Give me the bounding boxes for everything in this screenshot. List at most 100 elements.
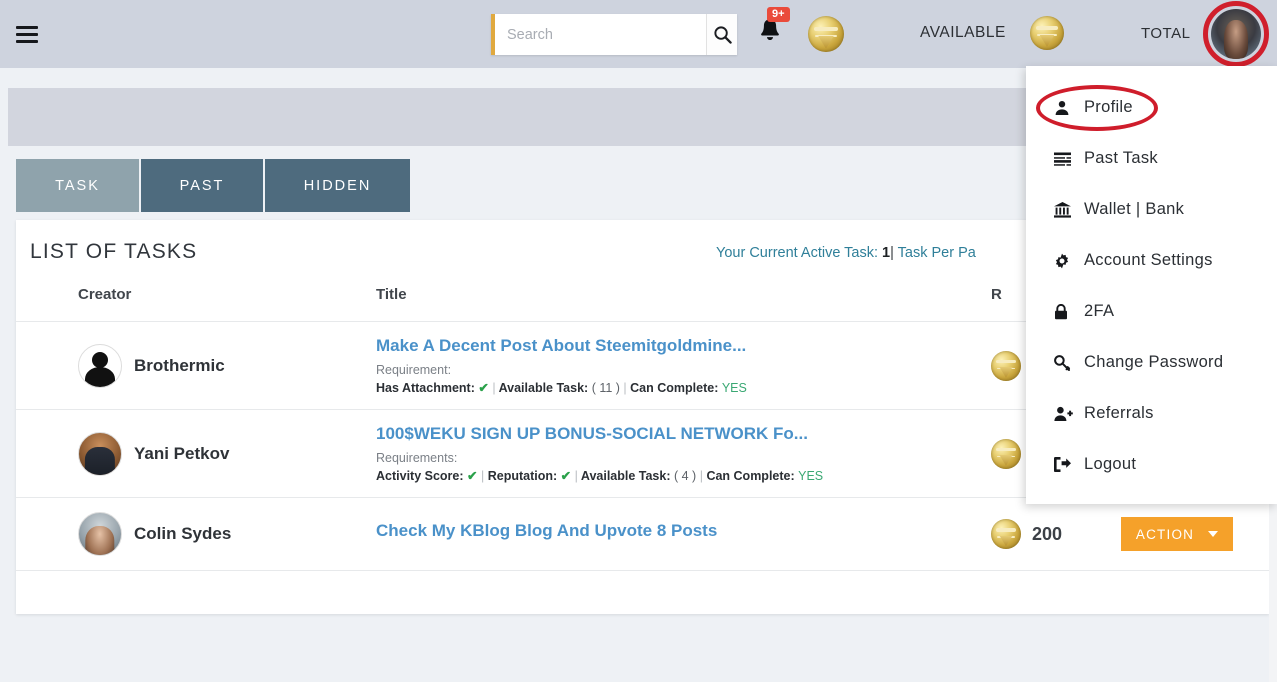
notification-badge: 9+ bbox=[767, 7, 790, 22]
bank-icon bbox=[1054, 201, 1084, 218]
menu-item-profile-label: Profile bbox=[1084, 98, 1133, 116]
menu-item-wallet-bank-label: Wallet | Bank bbox=[1084, 200, 1185, 218]
req-available-task-label: Available Task: bbox=[580, 469, 671, 483]
req-has-attachment-label: Has Attachment: bbox=[376, 381, 475, 395]
title-cell: Make A Decent Post About Steemitgoldmine… bbox=[376, 321, 991, 410]
search-button[interactable] bbox=[706, 14, 737, 55]
req-divider: | bbox=[623, 381, 627, 395]
req-activity-score-value: ✔ bbox=[467, 469, 478, 483]
req-activity-score-label: Activity Score: bbox=[376, 469, 464, 483]
column-header-title: Title bbox=[376, 282, 991, 322]
list-icon bbox=[1054, 152, 1084, 166]
chevron-down-icon bbox=[1208, 531, 1219, 537]
title-cell: Check My KBlog Blog And Upvote 8 Posts bbox=[376, 497, 991, 571]
menu-item-logout-label: Logout bbox=[1084, 455, 1137, 473]
search-input[interactable] bbox=[495, 14, 706, 55]
action-button-label: ACTION bbox=[1135, 526, 1195, 542]
profile-dropdown-menu: Profile Past Task Wallet | Bank Account … bbox=[1026, 66, 1277, 504]
task-title-link[interactable]: Check My KBlog Blog And Upvote 8 Posts bbox=[376, 521, 991, 541]
reward-cell: 200 bbox=[991, 497, 1121, 571]
reward-value: 200 bbox=[1032, 523, 1063, 544]
req-available-task-value: ( 11 ) bbox=[591, 381, 620, 395]
tab-past-label: PAST bbox=[179, 177, 225, 194]
req-divider: | bbox=[480, 469, 485, 483]
gold-coin-icon bbox=[991, 350, 1021, 381]
menu-item-referrals[interactable]: Referrals bbox=[1026, 388, 1277, 439]
menu-item-wallet-bank[interactable]: Wallet | Bank bbox=[1026, 184, 1277, 235]
tab-task[interactable]: TASK bbox=[16, 159, 139, 212]
avatar-brothermic bbox=[78, 343, 122, 388]
action-cell: ACTION bbox=[1121, 497, 1269, 571]
task-title-link[interactable]: Make A Decent Post About Steemitgoldmine… bbox=[376, 336, 991, 356]
user-icon bbox=[1054, 100, 1084, 116]
meta-separator: | bbox=[890, 245, 894, 261]
req-can-complete-label: Can Complete: bbox=[630, 381, 719, 395]
creator-cell: Yani Petkov bbox=[16, 409, 376, 498]
menu-item-account-settings[interactable]: Account Settings bbox=[1026, 235, 1277, 286]
req-available-task-label: Available Task: bbox=[498, 381, 589, 395]
task-tabs: TASK PAST HIDDEN bbox=[16, 159, 410, 212]
menu-item-account-settings-label: Account Settings bbox=[1084, 251, 1213, 269]
active-task-prefix: Your Current Active Task: bbox=[716, 245, 878, 261]
req-divider: | bbox=[492, 381, 496, 395]
gold-coin-icon bbox=[991, 519, 1021, 549]
column-header-creator: Creator bbox=[16, 282, 376, 322]
creator-cell: Colin Sydes bbox=[16, 497, 376, 571]
task-per-page-link[interactable]: Task Per Pa bbox=[898, 245, 976, 261]
creator-name: Colin Sydes bbox=[134, 524, 232, 543]
page-title: LIST OF TASKS bbox=[30, 240, 198, 263]
gold-coin-icon-available bbox=[1030, 16, 1064, 50]
req-can-complete-value: YES bbox=[798, 469, 824, 483]
req-divider: | bbox=[699, 469, 703, 483]
menu-item-2fa-label: 2FA bbox=[1084, 302, 1115, 320]
active-task-meta: Your Current Active Task: 1| Task Per Pa bbox=[716, 245, 976, 261]
req-reputation-value: ✔ bbox=[560, 469, 572, 483]
avatar-yani-petkov bbox=[78, 431, 122, 476]
requirement-label: Requirement: bbox=[376, 363, 452, 377]
lock-icon bbox=[1054, 303, 1084, 320]
menu-item-referrals-label: Referrals bbox=[1084, 404, 1154, 422]
menu-item-2fa[interactable]: 2FA bbox=[1026, 286, 1277, 337]
requirement-line: Activity Score: ✔ | Reputation: ✔ | Avai… bbox=[376, 468, 991, 483]
gold-coin-icon bbox=[991, 438, 1021, 469]
creator-cell: Brothermic bbox=[16, 321, 376, 410]
user-plus-icon bbox=[1054, 406, 1084, 422]
req-reputation-label: Reputation: bbox=[487, 469, 558, 483]
tab-past[interactable]: PAST bbox=[139, 159, 263, 212]
requirement-label: Requirements: bbox=[376, 451, 458, 465]
search-box[interactable] bbox=[491, 14, 737, 55]
req-available-task-value: ( 4 ) bbox=[673, 469, 697, 483]
table-row[interactable]: Colin Sydes Check My KBlog Blog And Upvo… bbox=[16, 497, 1269, 571]
req-has-attachment-value: ✔ bbox=[478, 381, 489, 395]
available-label: AVAILABLE bbox=[920, 24, 1006, 41]
key-icon bbox=[1054, 354, 1084, 371]
hamburger-icon[interactable] bbox=[16, 25, 38, 43]
logout-icon bbox=[1054, 457, 1084, 472]
gold-coin-icon-balance bbox=[808, 16, 844, 52]
req-can-complete-label: Can Complete: bbox=[706, 469, 795, 483]
tab-task-label: TASK bbox=[55, 177, 100, 194]
menu-item-change-password[interactable]: Change Password bbox=[1026, 337, 1277, 388]
creator-name: Brothermic bbox=[134, 355, 225, 375]
action-button[interactable]: ACTION bbox=[1121, 517, 1233, 551]
menu-item-logout[interactable]: Logout bbox=[1026, 439, 1277, 490]
creator-name: Yani Petkov bbox=[134, 443, 230, 463]
req-divider: | bbox=[574, 469, 578, 483]
top-header-bar: 9+ AVAILABLE TOTAL bbox=[0, 0, 1277, 68]
notifications-button[interactable]: 9+ bbox=[757, 7, 790, 51]
menu-item-profile[interactable]: Profile bbox=[1026, 82, 1277, 133]
total-label: TOTAL bbox=[1141, 25, 1191, 42]
tab-hidden-label: HIDDEN bbox=[303, 177, 372, 194]
gear-icon bbox=[1054, 253, 1084, 269]
menu-item-past-task-label: Past Task bbox=[1084, 149, 1158, 167]
tab-hidden[interactable]: HIDDEN bbox=[263, 159, 410, 212]
avatar[interactable] bbox=[1211, 9, 1261, 59]
search-icon bbox=[713, 26, 732, 44]
task-title-link[interactable]: 100$WEKU SIGN UP BONUS-SOCIAL NETWORK Fo… bbox=[376, 424, 991, 444]
avatar-colin-sydes bbox=[78, 512, 122, 556]
active-task-count: 1 bbox=[882, 245, 891, 261]
menu-item-past-task[interactable]: Past Task bbox=[1026, 133, 1277, 184]
requirement-line: Has Attachment: ✔ | Available Task: ( 11… bbox=[376, 380, 991, 395]
req-can-complete-value: YES bbox=[721, 381, 747, 395]
title-cell: 100$WEKU SIGN UP BONUS-SOCIAL NETWORK Fo… bbox=[376, 409, 991, 498]
